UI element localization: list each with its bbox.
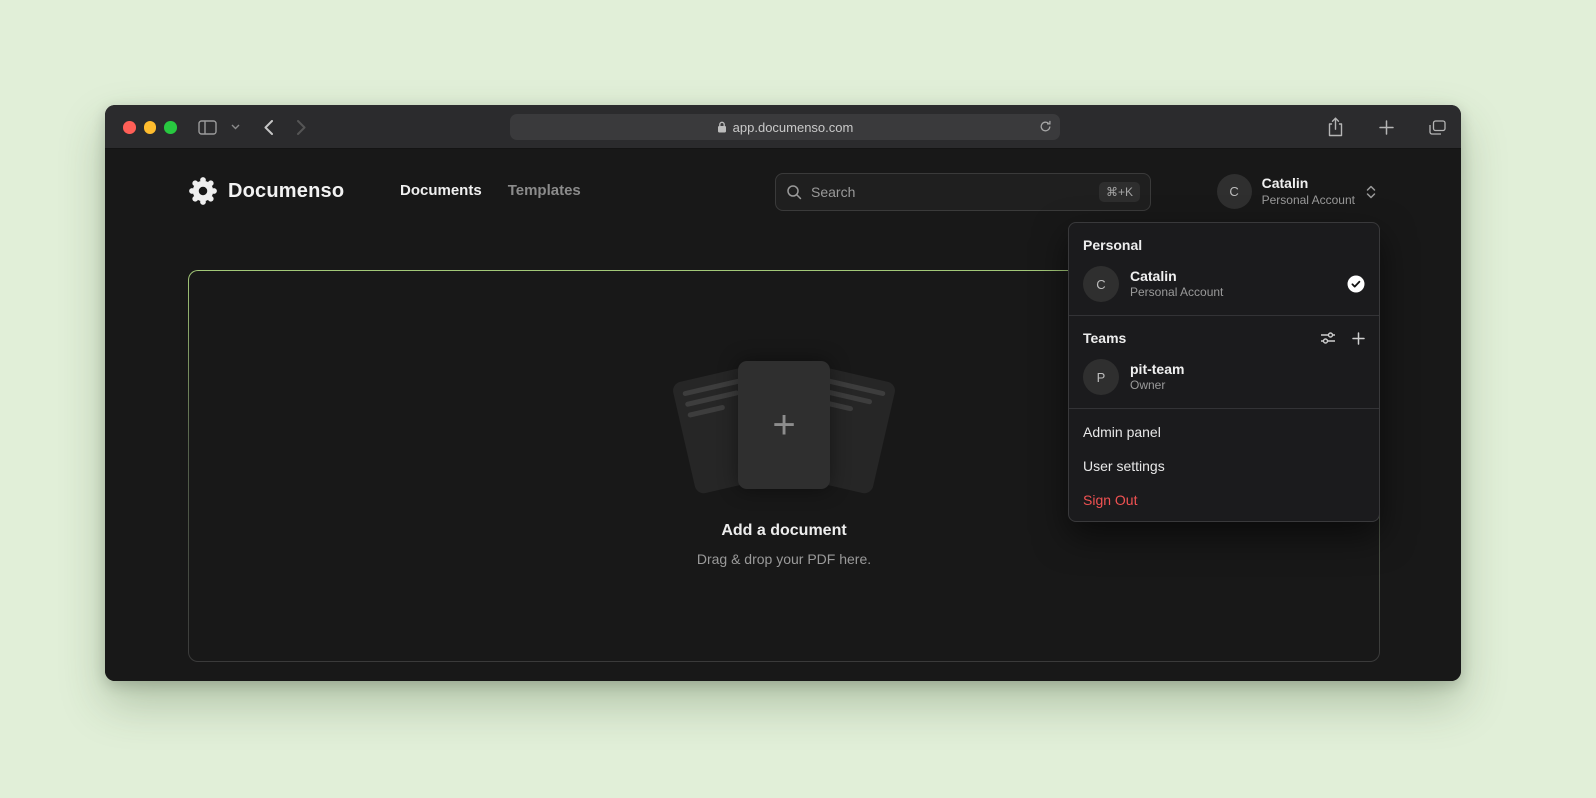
address-bar[interactable]: app.documenso.com [510, 114, 1060, 140]
card-stripe [687, 404, 725, 417]
documenso-app: Documenso Documents Templates ⌘+K C Cata… [105, 149, 1461, 681]
menu-team-name: pit-team [1130, 360, 1365, 378]
menu-item-team[interactable]: P pit-team Owner [1069, 352, 1379, 402]
browser-window: app.documenso.com [105, 105, 1461, 681]
window-controls [123, 121, 177, 134]
toolbar-right [1327, 105, 1446, 149]
tab-overview-icon[interactable] [1429, 120, 1446, 135]
menu-heading-teams-label: Teams [1083, 330, 1126, 346]
account-menu: Personal C Catalin Personal Account Team… [1068, 222, 1380, 522]
menu-account-name: Catalin [1130, 267, 1336, 285]
avatar: C [1217, 174, 1252, 209]
menu-heading-teams: Teams [1069, 322, 1379, 352]
new-tab-icon[interactable] [1379, 120, 1394, 135]
zoom-window-button[interactable] [164, 121, 177, 134]
dropzone-title: Add a document [189, 522, 1379, 540]
account-switcher[interactable]: C Catalin Personal Account [1217, 174, 1377, 209]
search-shortcut-badge: ⌘+K [1099, 182, 1140, 202]
browser-titlebar: app.documenso.com [105, 105, 1461, 149]
nav-documents[interactable]: Documents [400, 182, 482, 199]
menu-divider [1069, 315, 1379, 316]
menu-account-subtitle: Personal Account [1130, 285, 1336, 301]
main-nav: Documents Templates [400, 182, 581, 199]
menu-heading-personal-label: Personal [1083, 237, 1142, 253]
document-cards-illustration: + [679, 359, 889, 504]
document-card-center: + [738, 361, 830, 489]
address-url: app.documenso.com [733, 120, 854, 135]
forward-button[interactable] [297, 120, 306, 135]
account-name: Catalin [1262, 175, 1355, 193]
menu-heading-personal: Personal [1069, 229, 1379, 259]
menu-item-user-settings[interactable]: User settings [1069, 449, 1379, 483]
avatar: P [1083, 359, 1119, 395]
avatar: C [1083, 266, 1119, 302]
plus-icon: + [772, 405, 795, 445]
documenso-logo-icon [188, 176, 218, 206]
menu-item-admin-panel[interactable]: Admin panel [1069, 415, 1379, 449]
brand-name: Documenso [228, 180, 344, 203]
selected-check-icon [1347, 275, 1365, 293]
menu-item-sign-out[interactable]: Sign Out [1069, 483, 1379, 517]
menu-divider [1069, 408, 1379, 409]
dropzone-subtitle: Drag & drop your PDF here. [189, 551, 1379, 567]
chevron-down-icon[interactable] [231, 124, 240, 130]
close-window-button[interactable] [123, 121, 136, 134]
nav-templates[interactable]: Templates [508, 182, 581, 199]
lock-icon [717, 121, 727, 133]
sidebar-toggle-icon[interactable] [198, 120, 217, 135]
menu-team-role: Owner [1130, 378, 1365, 394]
search-box[interactable]: ⌘+K [775, 173, 1151, 211]
search-icon [786, 184, 802, 200]
back-button[interactable] [264, 120, 273, 135]
reload-icon[interactable] [1039, 120, 1052, 136]
menu-item-personal-account[interactable]: C Catalin Personal Account [1069, 259, 1379, 309]
account-type: Personal Account [1262, 193, 1355, 208]
brand[interactable]: Documenso [188, 176, 344, 206]
search-input[interactable] [811, 184, 1090, 200]
manage-teams-icon[interactable] [1320, 331, 1336, 345]
add-team-icon[interactable] [1352, 332, 1365, 345]
chevron-updown-icon [1365, 184, 1377, 200]
minimize-window-button[interactable] [144, 121, 157, 134]
share-icon[interactable] [1327, 117, 1344, 137]
toolbar-left [198, 105, 306, 149]
